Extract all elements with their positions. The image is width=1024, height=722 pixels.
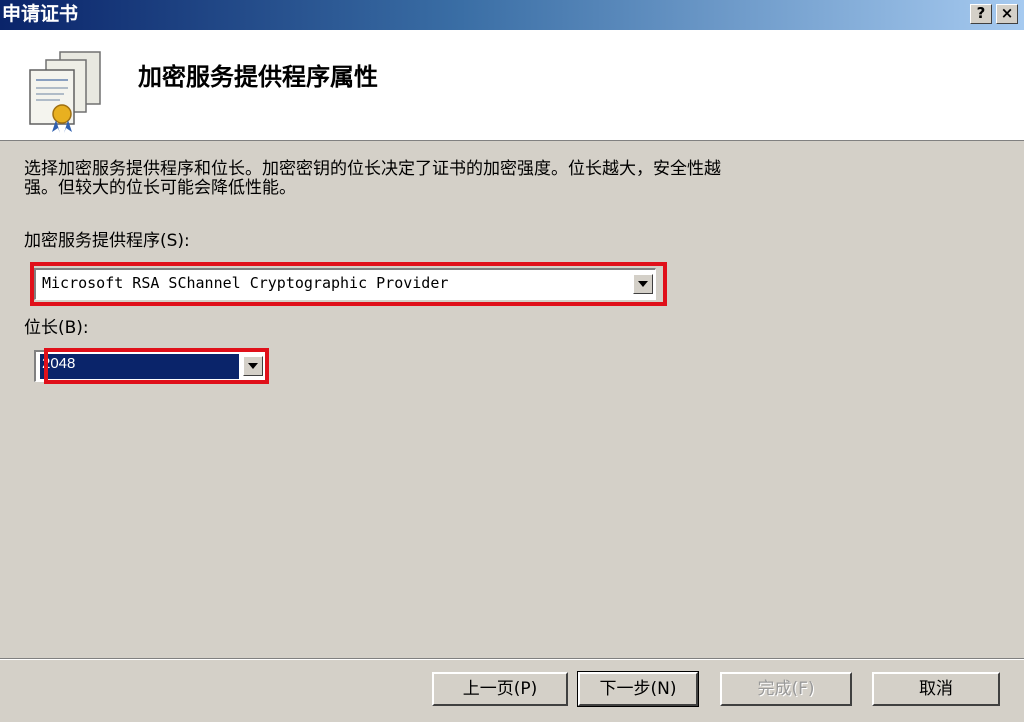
provider-select[interactable]: Microsoft RSA SChannel Cryptographic Pro… (34, 268, 656, 300)
back-button[interactable]: 上一页(P) (432, 672, 568, 706)
provider-dropdown-arrow-icon[interactable] (633, 274, 653, 294)
title-bar: 申请证书 ? × (0, 0, 1024, 30)
help-button[interactable]: ? (970, 4, 992, 24)
description-line-1: 选择加密服务提供程序和位长。加密密钥的位长决定了证书的加密强度。位长越大，安全性… (24, 159, 721, 179)
bit-length-select[interactable]: 2048 (34, 350, 266, 382)
cancel-button[interactable]: 取消 (872, 672, 1000, 706)
footer-divider (0, 658, 1024, 660)
description-text: 选择加密服务提供程序和位长。加密密钥的位长决定了证书的加密强度。位长越大，安全性… (24, 160, 924, 198)
page-title: 加密服务提供程序属性 (138, 63, 378, 91)
certificate-icon (29, 51, 101, 133)
provider-label: 加密服务提供程序(S): (24, 231, 190, 251)
window-title: 申请证书 (2, 3, 79, 25)
next-button[interactable]: 下一步(N) (577, 671, 699, 707)
provider-select-value: Microsoft RSA SChannel Cryptographic Pro… (42, 274, 449, 292)
bit-length-label: 位长(B): (24, 318, 89, 338)
description-line-2: 强。但较大的位长可能会降低性能。 (24, 178, 296, 198)
wizard-header: 加密服务提供程序属性 (0, 30, 1024, 141)
bit-length-select-value: 2048 (40, 354, 239, 379)
finish-button[interactable]: 完成(F) (720, 672, 852, 706)
bit-length-dropdown-arrow-icon[interactable] (243, 356, 263, 376)
close-button[interactable]: × (996, 4, 1018, 24)
